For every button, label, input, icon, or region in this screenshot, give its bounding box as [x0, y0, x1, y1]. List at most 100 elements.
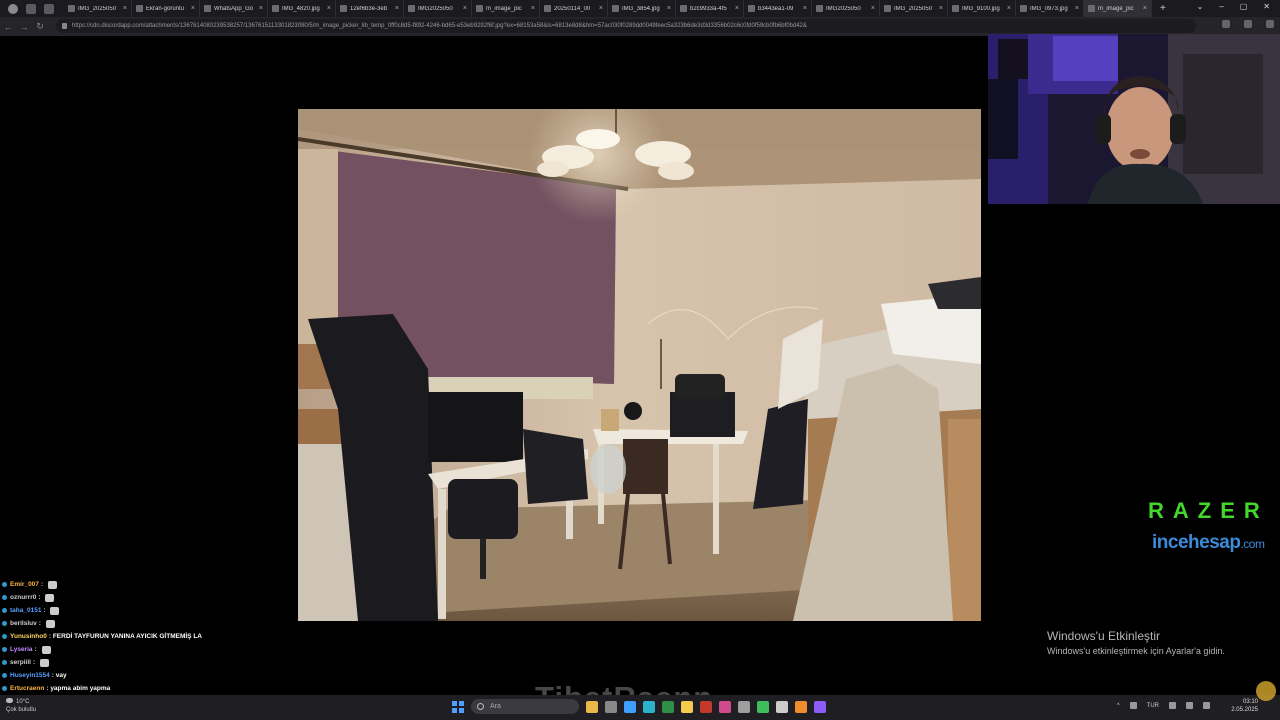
tray-language[interactable]: TUR [1147, 703, 1159, 709]
browser-tab[interactable]: IMG_4820.jpg × [268, 0, 336, 17]
taskbar-app-icon[interactable] [662, 700, 674, 713]
taskbar-clock[interactable]: 03:10 2.05.2025 [1231, 698, 1258, 714]
tab-title: Ekran-goruntu [146, 5, 185, 12]
tab-close-icon[interactable]: × [327, 5, 331, 12]
taskbar-app-icon[interactable] [643, 700, 655, 713]
maximize-button[interactable]: ▢ [1240, 2, 1248, 11]
vertical-tabs-icon[interactable] [44, 3, 54, 14]
weather-desc: Çok bulutlu [6, 707, 37, 713]
browser-tab[interactable]: m_image_pic × [1084, 0, 1152, 17]
tab-title: WhatsApp_Gö [214, 5, 254, 12]
chat-username[interactable]: Lyseria [10, 646, 33, 653]
url-text: https://cdn.discordapp.com/attachments/1… [72, 23, 807, 29]
tab-favicon-icon [68, 5, 75, 12]
chat-username[interactable]: Ertucraenn [10, 685, 44, 692]
chat-username[interactable]: berilsluv [10, 620, 37, 627]
browser-tab[interactable]: IMG_9100.jpg × [948, 0, 1016, 17]
tab-close-icon[interactable]: × [735, 5, 739, 12]
wifi-icon[interactable] [1169, 702, 1176, 709]
chat-username[interactable]: taha_0151 [10, 607, 41, 614]
reload-button[interactable]: ↻ [32, 21, 48, 32]
activation-title: Windows'u Etkinleştir [1047, 629, 1160, 643]
taskbar-app-icon[interactable] [586, 700, 598, 713]
browser-tab[interactable]: b3443ea1-09 × [744, 0, 812, 17]
chat-username[interactable]: Emir_007 [10, 581, 39, 588]
tab-close-icon[interactable]: × [463, 5, 467, 12]
tab-close-icon[interactable]: × [259, 5, 263, 12]
taskbar-app-icon[interactable] [738, 700, 750, 713]
close-button[interactable]: ✕ [1263, 2, 1270, 11]
browser-tab[interactable]: Ekran-goruntu × [132, 0, 200, 17]
chat-message: taha_0151: [2, 604, 242, 617]
toolbar-icons [1222, 20, 1274, 28]
mic-icon[interactable] [1129, 702, 1137, 709]
browser-profile-icon[interactable] [8, 3, 18, 14]
chat-colon: : [34, 646, 39, 653]
taskbar-app-icon[interactable] [719, 700, 731, 713]
tab-favicon-icon [408, 5, 415, 12]
chat-colon: : [40, 581, 45, 588]
chat-badge-icon [2, 686, 7, 691]
browser-tab[interactable]: IMG_2025050 × [880, 0, 948, 17]
taskbar-app-icon[interactable] [776, 700, 788, 713]
browser-tab[interactable]: b2c9933a-4f5 × [676, 0, 744, 17]
minimize-button[interactable]: – [1219, 2, 1223, 11]
chat-username[interactable]: serpiill [10, 659, 31, 666]
tab-actions-icon[interactable] [26, 3, 36, 14]
url-field[interactable]: https://cdn.discordapp.com/attachments/1… [56, 19, 1196, 33]
favorites-icon[interactable] [1222, 20, 1230, 28]
tab-close-icon[interactable]: × [123, 5, 127, 12]
tab-close-icon[interactable]: × [191, 5, 195, 12]
chat-username[interactable]: oznurrr0 [10, 594, 36, 601]
tab-title: IMG2025050 [826, 5, 861, 12]
taskbar-app-icon[interactable] [700, 700, 712, 713]
taskbar-app-icon[interactable] [624, 700, 636, 713]
browser-tab[interactable]: 12ef6b3e-3eb × [336, 0, 404, 17]
taskbar-app-icon[interactable] [814, 700, 826, 713]
chat-message: Ertucraenn: yapma abim yapma [2, 682, 242, 695]
tab-close-icon[interactable]: × [667, 5, 671, 12]
tab-close-icon[interactable]: × [871, 5, 875, 12]
browser-tab[interactable]: WhatsApp_Gö × [200, 0, 268, 17]
start-button[interactable] [452, 700, 464, 713]
tab-title: IMG_2025050 [894, 5, 933, 12]
tab-favicon-icon [680, 5, 687, 12]
taskbar-app-icon[interactable] [795, 700, 807, 713]
extensions-icon[interactable] [1244, 20, 1252, 28]
browser-tab[interactable]: 20250114_00 × [540, 0, 608, 17]
tab-close-icon[interactable]: × [395, 5, 399, 12]
browser-tab[interactable]: IMG_0973.jpg × [1016, 0, 1084, 17]
tab-close-icon[interactable]: × [939, 5, 943, 12]
browser-tab[interactable]: m_image_pic × [472, 0, 540, 17]
weather-widget[interactable]: 10°C Çok bulutlu [6, 698, 36, 714]
tab-title: IMG_4820.jpg [282, 5, 320, 12]
tab-close-icon[interactable]: × [1143, 5, 1147, 12]
battery-icon[interactable] [1203, 702, 1210, 709]
browser-tab[interactable]: IMG_2025050 × [64, 0, 132, 17]
chat-message: serpiill: [2, 656, 242, 669]
volume-icon[interactable] [1186, 702, 1193, 709]
chat-username[interactable]: Huseyin1554 [10, 672, 50, 679]
copilot-icon[interactable] [1266, 20, 1274, 28]
browser-tab[interactable]: IMG_3854.jpg × [608, 0, 676, 17]
tray-overflow-chevron[interactable]: ^ [1117, 703, 1120, 709]
tab-close-icon[interactable]: × [599, 5, 603, 12]
taskbar-app-icon[interactable] [681, 700, 693, 713]
chat-username[interactable]: Yunusinho0 [10, 633, 47, 640]
taskbar-search[interactable]: Ara [471, 699, 579, 714]
taskbar-app-icon[interactable] [757, 700, 769, 713]
system-tray: ^ TUR [1117, 702, 1210, 709]
tab-title: IMG_0973.jpg [1030, 5, 1068, 12]
back-button[interactable]: ← [0, 22, 16, 32]
browser-tab[interactable]: IMG2025050 × [404, 0, 472, 17]
forward-button[interactable]: → [16, 22, 32, 32]
new-tab-button[interactable]: + [1160, 3, 1166, 14]
tab-close-icon[interactable]: × [1007, 5, 1011, 12]
tab-close-icon[interactable]: × [531, 5, 535, 12]
taskbar-app-icon[interactable] [605, 700, 617, 713]
browser-tab[interactable]: IMG2025050 × [812, 0, 880, 17]
tab-close-icon[interactable]: × [1075, 5, 1079, 12]
taskbar-apps: Ara [452, 699, 826, 714]
tab-close-icon[interactable]: × [803, 5, 807, 12]
tab-list-button[interactable]: ⌄ [1197, 2, 1204, 11]
